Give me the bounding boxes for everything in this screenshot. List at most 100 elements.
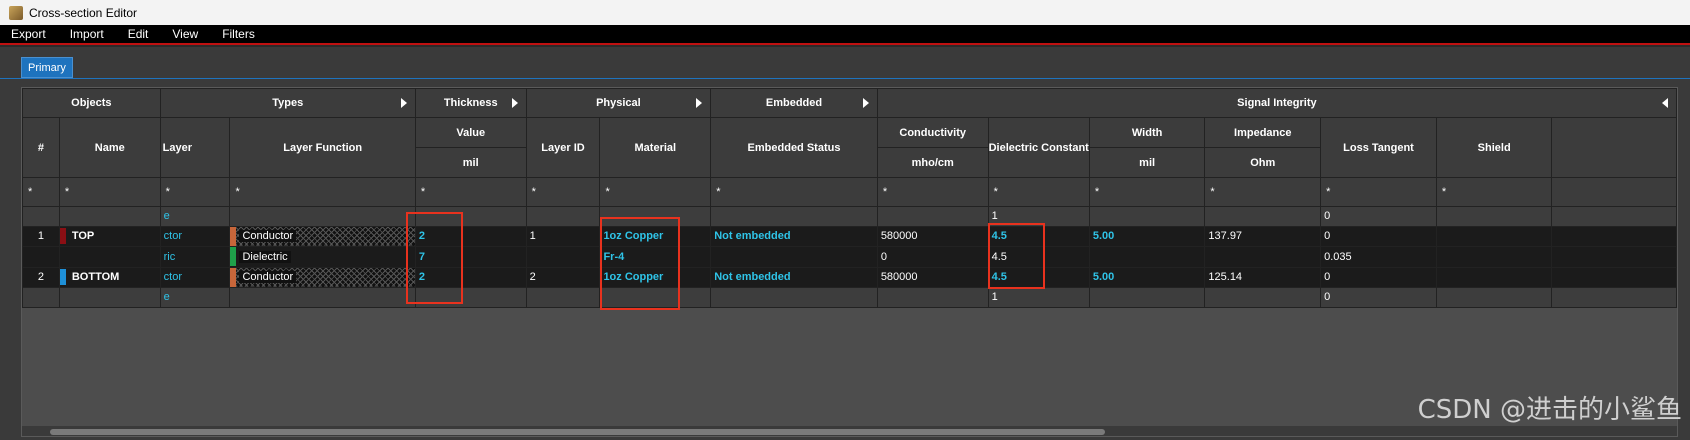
- cell-layer-function[interactable]: Conductor: [229, 225, 416, 247]
- menu-export[interactable]: Export: [4, 27, 53, 41]
- cell-layer-function[interactable]: Conductor: [229, 266, 416, 288]
- cell-num[interactable]: [22, 246, 60, 268]
- group-signal-integrity[interactable]: Signal Integrity: [876, 88, 1677, 118]
- expand-arrow-icon[interactable]: [400, 98, 407, 108]
- cell-embedded-status[interactable]: Not embedded: [710, 266, 878, 288]
- cell-material[interactable]: 1oz Copper: [599, 266, 712, 288]
- expand-arrow-icon[interactable]: [511, 98, 518, 108]
- cell-conductivity[interactable]: [876, 287, 989, 308]
- cell-name[interactable]: [58, 287, 161, 308]
- group-embedded[interactable]: Embedded: [710, 88, 878, 118]
- col-shield[interactable]: Shield: [1435, 117, 1553, 178]
- cell-conductivity[interactable]: [876, 206, 989, 227]
- filter-cell[interactable]: *: [1088, 177, 1206, 207]
- cell-layer[interactable]: ctor: [159, 225, 231, 247]
- filter-cell[interactable]: *: [159, 177, 231, 207]
- filter-cell[interactable]: *: [414, 177, 527, 207]
- cell-shield[interactable]: [1435, 206, 1553, 227]
- expand-arrow-icon[interactable]: [696, 98, 703, 108]
- cell-loss-tangent[interactable]: 0.035: [1320, 246, 1437, 268]
- cell-layer-id[interactable]: 2: [525, 266, 601, 288]
- table-row[interactable]: ric Dielectric 7 Fr-4 0 4.5 0.035: [22, 246, 1677, 268]
- cell-embedded-status[interactable]: Not embedded: [710, 225, 878, 247]
- cell-embedded-status[interactable]: [710, 287, 878, 308]
- cell-width[interactable]: [1088, 206, 1206, 227]
- cell-layer-function[interactable]: Dielectric: [229, 246, 416, 268]
- cell-loss-tangent[interactable]: 0: [1320, 287, 1437, 308]
- cell-loss-tangent[interactable]: 0: [1320, 266, 1437, 288]
- horizontal-scrollbar[interactable]: [22, 426, 1677, 436]
- cell-layer-id[interactable]: [525, 287, 601, 308]
- col-dielectric-constant[interactable]: Dielectric Constant: [987, 117, 1090, 178]
- cell-embedded-status[interactable]: [710, 246, 878, 268]
- cell-extra[interactable]: [1551, 225, 1677, 247]
- cell-num[interactable]: [22, 206, 60, 227]
- cell-shield[interactable]: [1435, 225, 1553, 247]
- cell-num[interactable]: 1: [22, 225, 60, 247]
- col-name[interactable]: Name: [58, 117, 161, 178]
- cell-extra[interactable]: [1551, 206, 1677, 227]
- filter-cell[interactable]: *: [1320, 177, 1437, 207]
- cell-name[interactable]: TOP: [58, 225, 161, 247]
- cell-material[interactable]: 1oz Copper: [599, 225, 712, 247]
- cell-conductivity[interactable]: 0: [876, 246, 989, 268]
- cell-width[interactable]: 5.00: [1088, 225, 1206, 247]
- col-layer[interactable]: Layer: [159, 117, 231, 178]
- cell-material[interactable]: [599, 287, 712, 308]
- cell-extra[interactable]: [1551, 287, 1677, 308]
- cell-layer-id[interactable]: 1: [525, 225, 601, 247]
- cell-material[interactable]: [599, 206, 712, 227]
- menu-edit[interactable]: Edit: [121, 27, 156, 41]
- table-row[interactable]: 2 BOTTOM ctor Conductor 2 2 1oz Copper Not embe…: [22, 266, 1677, 288]
- cell-thickness[interactable]: [414, 287, 527, 308]
- col-value[interactable]: Value: [414, 117, 527, 148]
- cell-width[interactable]: [1088, 246, 1206, 268]
- filter-cell[interactable]: *: [599, 177, 712, 207]
- cell-name[interactable]: [58, 246, 161, 268]
- cell-num[interactable]: 2: [22, 266, 60, 288]
- cell-thickness[interactable]: 7: [414, 246, 527, 268]
- cell-impedance[interactable]: [1204, 287, 1322, 308]
- cell-material[interactable]: Fr-4: [599, 246, 712, 268]
- col-conductivity[interactable]: Conductivity: [876, 117, 989, 148]
- cell-num[interactable]: [22, 287, 60, 308]
- cell-loss-tangent[interactable]: 0: [1320, 225, 1437, 247]
- cell-impedance[interactable]: 125.14: [1204, 266, 1322, 288]
- cell-thickness[interactable]: 2: [414, 266, 527, 288]
- cell-extra[interactable]: [1551, 246, 1677, 268]
- cell-extra[interactable]: [1551, 266, 1677, 288]
- cell-layer-function[interactable]: [229, 206, 416, 227]
- table-row[interactable]: 1 TOP ctor Conductor 2 1 1oz Copper Not embedde…: [22, 225, 1677, 247]
- cell-name[interactable]: BOTTOM: [58, 266, 161, 288]
- collapse-arrow-icon[interactable]: [1662, 98, 1668, 108]
- col-layer-id[interactable]: Layer ID: [525, 117, 601, 178]
- filter-cell[interactable]: *: [710, 177, 878, 207]
- cell-embedded-status[interactable]: [710, 206, 878, 227]
- filter-cell[interactable]: *: [1435, 177, 1553, 207]
- cell-shield[interactable]: [1435, 246, 1553, 268]
- cell-layer[interactable]: ctor: [159, 266, 231, 288]
- cell-layer[interactable]: ric: [159, 246, 231, 268]
- cell-dielectric-constant[interactable]: 1: [987, 287, 1090, 308]
- filter-cell[interactable]: *: [1204, 177, 1322, 207]
- filter-cell[interactable]: *: [525, 177, 601, 207]
- col-material[interactable]: Material: [599, 117, 712, 178]
- cell-loss-tangent[interactable]: 0: [1320, 206, 1437, 227]
- menu-filters[interactable]: Filters: [215, 27, 262, 41]
- cell-layer[interactable]: e: [159, 287, 231, 308]
- cell-dielectric-constant[interactable]: 4.5: [987, 225, 1090, 247]
- group-objects[interactable]: Objects: [22, 88, 161, 118]
- col-embedded-status[interactable]: Embedded Status: [710, 117, 878, 178]
- menu-import[interactable]: Import: [63, 27, 111, 41]
- cell-thickness[interactable]: 2: [414, 225, 527, 247]
- filter-cell[interactable]: *: [987, 177, 1090, 207]
- group-thickness[interactable]: Thickness: [414, 88, 527, 118]
- cell-layer-id[interactable]: [525, 206, 601, 227]
- col-width[interactable]: Width: [1088, 117, 1206, 148]
- cell-width[interactable]: 5.00: [1088, 266, 1206, 288]
- scrollbar-thumb[interactable]: [50, 429, 1105, 435]
- cell-layer-id[interactable]: [525, 246, 601, 268]
- cell-impedance[interactable]: [1204, 246, 1322, 268]
- group-physical[interactable]: Physical: [525, 88, 712, 118]
- col-impedance[interactable]: Impedance: [1204, 117, 1322, 148]
